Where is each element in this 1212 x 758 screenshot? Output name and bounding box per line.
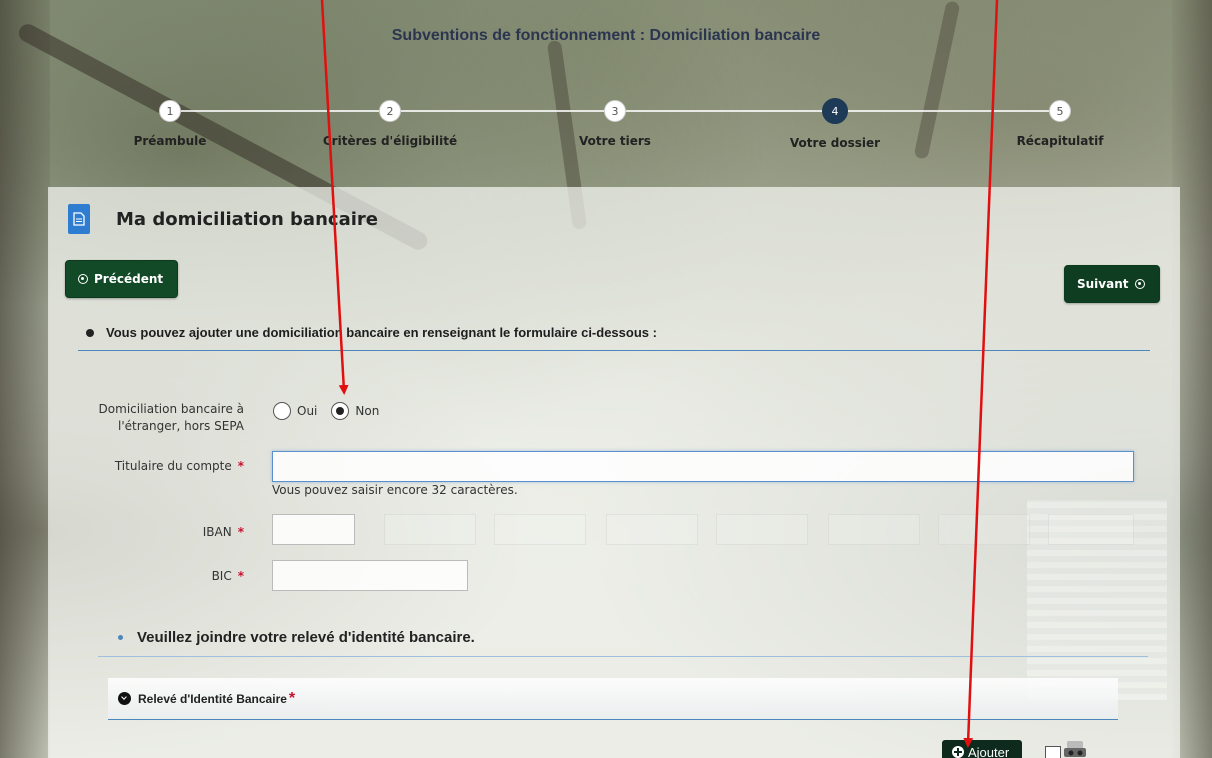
- rib-accordion-label: Relevé d'Identité Bancaire: [138, 691, 287, 706]
- step-label: Préambule: [133, 134, 207, 148]
- step-2[interactable]: 2 Critères d'éligibilité: [300, 100, 480, 148]
- iban-input-4[interactable]: [606, 514, 698, 545]
- holder-row: Titulaire du compte *: [48, 458, 244, 475]
- rib-instruction-text: Veuillez joindre votre relevé d'identité…: [137, 629, 475, 646]
- chevron-down-icon: [118, 692, 131, 705]
- add-label: Ajouter: [968, 744, 1010, 758]
- foreign-label: Domiciliation bancaire à l'étranger, hor…: [48, 401, 244, 435]
- iban-label: IBAN *: [48, 524, 244, 541]
- step-number: 5: [1049, 100, 1071, 122]
- add-button[interactable]: Ajouter: [942, 740, 1022, 758]
- iban-input-2[interactable]: [384, 514, 476, 545]
- section-intro: Vous pouvez ajouter une domiciliation ba…: [78, 325, 1150, 351]
- holder-input[interactable]: [272, 451, 1134, 482]
- step-label: Critères d'éligibilité: [322, 134, 458, 148]
- radio-oui[interactable]: [273, 402, 291, 420]
- bic-label: BIC *: [48, 568, 244, 585]
- step-number: 1: [159, 100, 181, 122]
- progress-stepper: 1 Préambule 2 Critères d'éligibilité 3 V…: [60, 98, 1170, 160]
- holder-label: Titulaire du compte *: [48, 458, 244, 475]
- circle-arrow-right-icon: [1134, 279, 1145, 289]
- previous-button[interactable]: Précédent: [65, 260, 178, 298]
- step-3[interactable]: 3 Votre tiers: [525, 100, 705, 148]
- step-5[interactable]: 5 Récapitulatif: [970, 100, 1150, 148]
- select-checkbox[interactable]: [1045, 746, 1061, 758]
- required-mark: *: [237, 525, 244, 539]
- required-mark: *: [288, 689, 296, 707]
- scanner-icon[interactable]: [1062, 739, 1088, 758]
- foreign-label-line1: Domiciliation bancaire à: [98, 402, 244, 416]
- step-1[interactable]: 1 Préambule: [80, 100, 260, 148]
- iban-input-6[interactable]: [828, 514, 920, 545]
- plus-circle-icon: [952, 746, 964, 758]
- step-4[interactable]: 4 Votre dossier: [745, 98, 925, 150]
- step-number: 4: [822, 98, 848, 124]
- form-panel: Ma domiciliation bancaire Précédent Suiv…: [48, 187, 1180, 758]
- bullet-icon: [118, 635, 123, 640]
- foreign-row: Domiciliation bancaire à l'étranger, hor…: [48, 401, 244, 435]
- holder-helper-text: Vous pouvez saisir encore 32 caractères.: [272, 483, 518, 497]
- section-intro-text: Vous pouvez ajouter une domiciliation ba…: [106, 325, 657, 340]
- previous-label: Précédent: [94, 272, 164, 286]
- bic-label-text: BIC: [211, 569, 232, 583]
- rib-accordion-header[interactable]: Relevé d'Identité Bancaire *: [108, 678, 1118, 720]
- background-tree-left: [0, 0, 50, 758]
- radio-non[interactable]: [331, 402, 350, 420]
- iban-input-5[interactable]: [716, 514, 808, 545]
- required-mark: *: [237, 569, 244, 583]
- bullet-icon: [86, 328, 94, 337]
- iban-row: IBAN *: [48, 524, 244, 541]
- radio-non-label: Non: [355, 404, 380, 418]
- rib-instruction: Veuillez joindre votre relevé d'identité…: [98, 629, 1148, 657]
- step-label: Votre tiers: [579, 134, 651, 148]
- radio-oui-label: Oui: [297, 404, 318, 418]
- panel-title: Ma domiciliation bancaire: [116, 208, 378, 230]
- bic-input[interactable]: [272, 560, 468, 591]
- iban-input-7[interactable]: [938, 514, 1030, 545]
- iban-input-8[interactable]: [1048, 514, 1134, 545]
- document-icon: [68, 204, 90, 234]
- foreign-label-line2: l'étranger, hors SEPA: [118, 419, 244, 433]
- panel-header: Ma domiciliation bancaire: [68, 204, 378, 234]
- step-label: Votre dossier: [789, 136, 881, 150]
- iban-input-3[interactable]: [494, 514, 586, 545]
- required-mark: *: [237, 459, 244, 473]
- iban-input-1[interactable]: [272, 514, 355, 545]
- iban-label-text: IBAN: [202, 525, 232, 539]
- step-number: 3: [604, 100, 626, 122]
- next-button[interactable]: Suivant: [1064, 265, 1160, 303]
- circle-arrow-left-icon: [78, 274, 88, 284]
- step-number: 2: [379, 100, 401, 122]
- step-label: Récapitulatif: [1016, 134, 1104, 148]
- bic-row: BIC *: [48, 568, 244, 585]
- page-title: Subventions de fonctionnement : Domicili…: [391, 27, 821, 44]
- holder-label-text: Titulaire du compte: [114, 459, 232, 473]
- next-label: Suivant: [1077, 277, 1129, 291]
- foreign-radio-group: Oui Non: [273, 402, 379, 420]
